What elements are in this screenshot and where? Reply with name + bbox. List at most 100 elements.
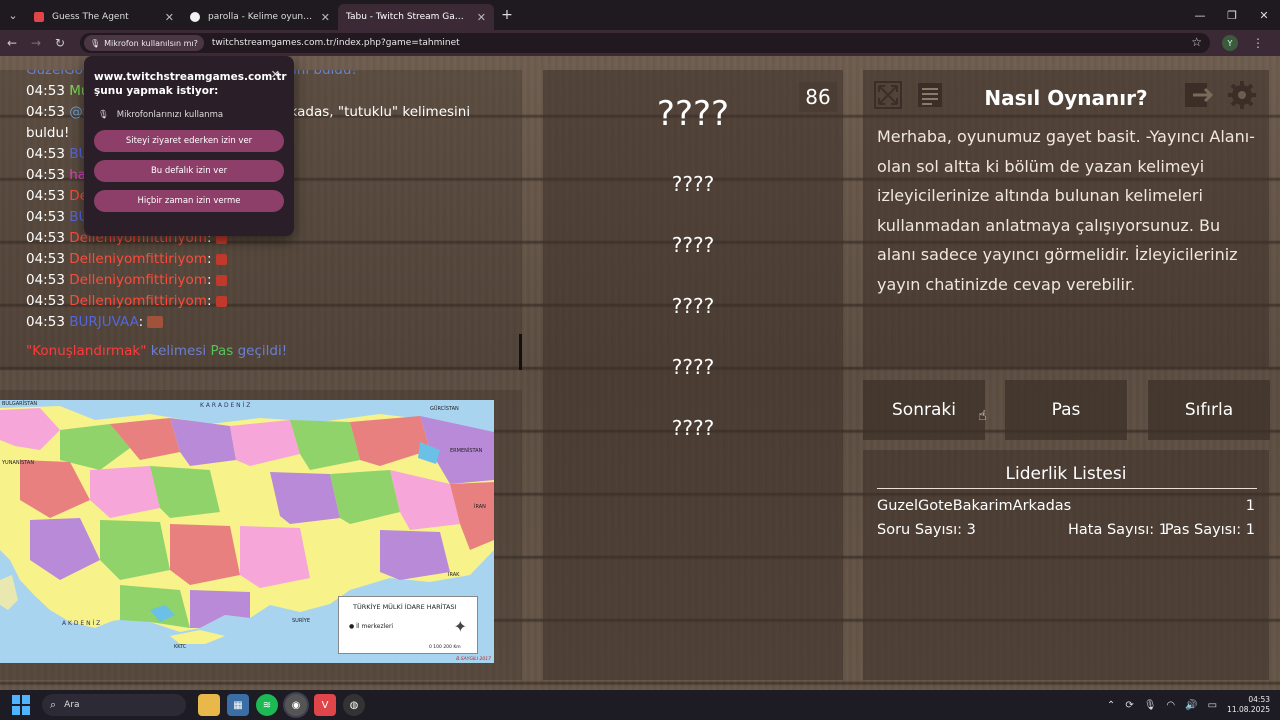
close-tab-icon[interactable]: ✕ [165,11,174,24]
chat-timestamp: 04:53 [26,188,70,204]
chat-text: : [206,272,212,288]
tab-search-icon[interactable]: ⌄ [0,0,26,30]
tab-guess-the-agent[interactable]: Guess The Agent ✕ [26,4,182,30]
pass-keyword: Pas [210,343,234,359]
clock-date: 11.08.2025 [1227,705,1270,714]
url-text[interactable]: twitchstreamgames.com.tr/index.php?game=… [212,38,460,48]
chat-timestamp: 04:53 [26,293,70,309]
error-count: Hata Sayısı: 1 [1068,522,1168,538]
legend-item: ● İl merkezleri [349,623,394,630]
restore-icon[interactable]: ❐ [1216,0,1248,30]
chat-emote-icon [215,253,227,265]
chat-text: rkadas, "tutuklu" kelimesini [284,104,471,120]
obs-icon[interactable]: ◍ [343,694,365,716]
store-icon[interactable]: ▦ [227,694,249,716]
chat-scrollbar[interactable] [519,334,522,370]
chat-message: 04:53 @S rkadas, "tutuklu" kelimesini [26,104,470,120]
chat-text: : [206,251,212,267]
chat-message: 04:53 BURJUVAA: [26,314,164,330]
chat-username[interactable]: Delleniyomfittiriyom [69,251,207,267]
browser-tab-bar: ⌄ Guess The Agent ✕ parolla - Kelime oyu… [0,0,1280,30]
forward-icon[interactable]: → [24,30,48,56]
valorant-icon[interactable]: V [314,694,336,716]
chat-username[interactable]: BURJUVAA [69,314,138,330]
chat-username[interactable]: Delleniyomfittiriyom [69,272,207,288]
map-label-bulgaria: BULGARİSTAN [2,401,38,407]
address-bar[interactable]: 🎙 Mikrofon kullanılsın mı? twitchstreamg… [80,33,1210,53]
volume-icon[interactable]: 🔊 [1185,700,1197,711]
map-label-georgia: GÜRCİSTAN [430,406,459,412]
forbidden-word-4: ???? [671,355,715,379]
new-tab-icon[interactable]: + [494,7,520,23]
pass-button[interactable]: Pas [1005,380,1127,440]
chat-message: 04:53 BU [26,146,88,162]
settings-gear-icon[interactable] [1225,78,1259,112]
chat-timestamp: 04:53 [26,83,70,99]
bookmark-star-icon[interactable]: ☆ [1191,35,1202,49]
mouse-cursor-icon: ☝ [978,408,987,424]
notes-icon[interactable] [913,78,947,112]
chat-message: 04:53 ha [26,167,86,183]
question-count: Soru Sayısı: 3 [877,522,976,538]
windows-start-icon[interactable] [12,695,32,715]
turkey-map-image: K A R A D E N İ Z A K D E N İ Z BULGARİS… [0,400,494,663]
mic-permission-chip[interactable]: 🎙 Mikrofon kullanılsın mı? [84,35,204,51]
pass-text-end: geçildi! [237,343,288,359]
microphone-icon: 🎙 [98,110,109,120]
never-allow-button[interactable]: Hiçbir zaman izin verme [94,190,284,212]
back-icon[interactable]: ← [0,30,24,56]
next-button[interactable]: Sonraki [863,380,985,440]
browser-menu-icon[interactable]: ⋮ [1252,36,1264,50]
chat-timestamp: 04:53 [26,230,70,246]
tab-parolla[interactable]: parolla - Kelime oyunu. Günlük ✕ [182,4,338,30]
tray-app-icon[interactable]: ⟳ [1125,700,1133,711]
tab-label: Guess The Agent [52,12,129,22]
tray-chevron-icon[interactable]: ⌃ [1107,700,1115,711]
chat-text: buldu! [26,125,70,141]
map-label-syria: SURİYE [292,618,310,624]
search-label: Ara [64,700,80,710]
pass-announcement: "Konuşlandırmak" kelimesi Pas geçildi! [26,343,287,359]
allow-this-time-button[interactable]: Bu defalık izin ver [94,160,284,182]
chat-timestamp: 04:53 [26,314,70,330]
leaderboard-title: Liderlik Listesi [1005,464,1127,484]
spotify-icon[interactable]: ≋ [256,694,278,716]
file-explorer-icon[interactable] [198,694,220,716]
tab-tabu[interactable]: Tabu - Twitch Stream Games ✕ [338,4,494,30]
permission-chip-label: Mikrofon kullanılsın mı? [104,38,198,48]
word-panel: 86 ???? ???? ???? ???? ???? ???? [543,70,843,680]
clock-time: 04:53 [1248,695,1270,704]
fullscreen-icon[interactable] [871,78,905,112]
window-controls: — ❐ ✕ [1184,0,1280,30]
minimize-icon[interactable]: — [1184,0,1216,30]
tray-mic-icon[interactable]: 🎙 [1144,700,1157,711]
wifi-icon[interactable]: ◠ [1166,700,1175,711]
chat-timestamp: 04:53 [26,272,70,288]
map-label-armenia: ERMENİSTAN [450,448,483,454]
chrome-icon[interactable]: ◉ [285,694,307,716]
map-label-greece: YUNANİSTAN [2,460,35,466]
exit-icon[interactable] [1181,78,1215,112]
chat-username[interactable]: Delleniyomfittiriyom [69,293,207,309]
taskbar-clock[interactable]: 04:53 11.08.2025 [1227,695,1270,715]
chat-text: : [206,293,212,309]
close-window-icon[interactable]: ✕ [1248,0,1280,30]
chat-message: 04:53 BU [26,209,88,225]
close-tab-icon[interactable]: ✕ [321,11,330,24]
chat-username[interactable]: GuzelGo [26,70,83,78]
popup-mic-request: 🎙 Mikrofonlarınızı kullanma [98,110,224,120]
chat-timestamp: 04:53 [26,146,70,162]
taskbar-search[interactable]: ⌕ Ara [42,694,186,716]
profile-avatar[interactable]: Y [1222,35,1238,51]
reload-icon[interactable]: ↻ [48,30,72,56]
chat-message: 04:53 Delleniyomfittiriyom: [26,272,227,288]
close-popup-icon[interactable]: ✕ [271,68,280,81]
compass-icon: ✦ [453,617,467,636]
chat-message: 04:53 Delleniyomfittiriyom: [26,251,227,267]
reset-button[interactable]: Sıfırla [1148,380,1270,440]
passed-word: "Konuşlandırmak" [26,343,147,359]
battery-icon[interactable]: ▭ [1208,700,1217,711]
close-tab-icon[interactable]: ✕ [477,11,486,24]
allow-while-visiting-button[interactable]: Siteyi ziyaret ederken izin ver [94,130,284,152]
map-label-iraq: IRAK [448,572,460,578]
